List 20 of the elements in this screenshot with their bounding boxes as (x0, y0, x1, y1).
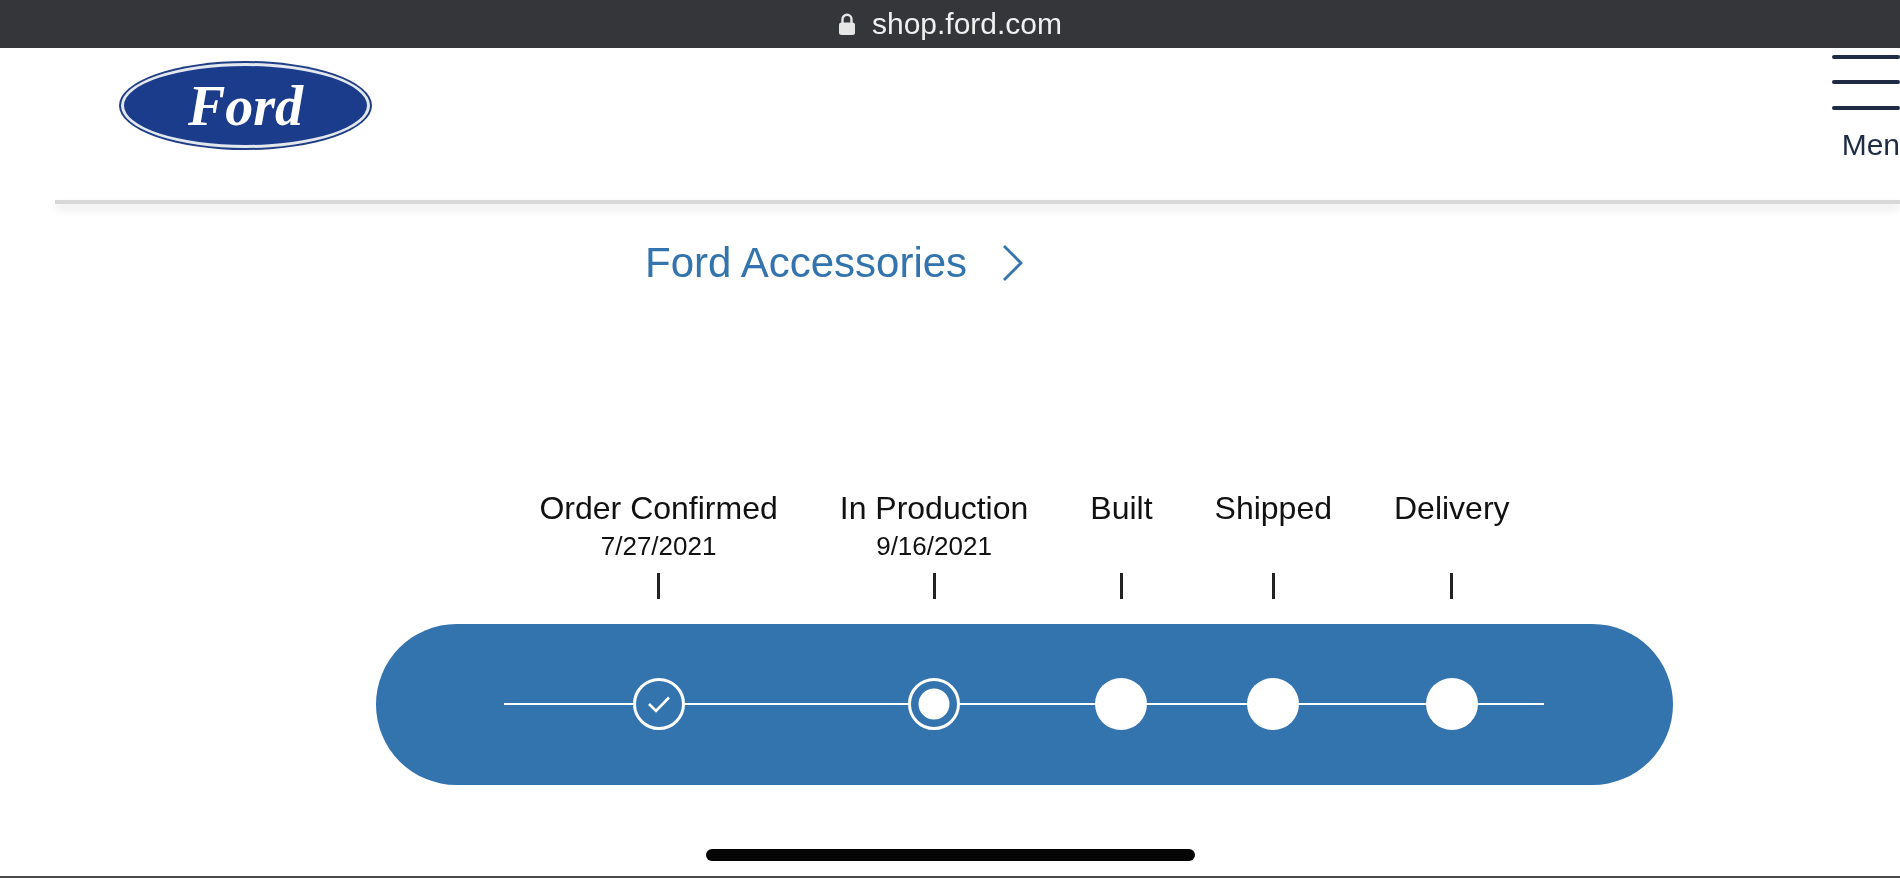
step-date: 7/27/2021 (600, 530, 717, 562)
lock-icon (837, 13, 856, 35)
logo-badge[interactable]: Ford (121, 63, 370, 148)
step-tick-mark (657, 572, 661, 599)
step-date: 9/16/2021 (876, 530, 992, 562)
step-label: Built (1090, 489, 1153, 528)
menu-button[interactable]: Men (1832, 55, 1900, 163)
ford-accessories-link[interactable]: Ford Accessories (645, 238, 1024, 289)
chevron-right-icon (1002, 244, 1024, 283)
step-tick-mark (1271, 572, 1275, 599)
step-label: Shipped (1214, 489, 1332, 528)
step-tick-mark (932, 572, 936, 599)
url-text: shop.ford.com (871, 6, 1063, 42)
menu-icon (1832, 55, 1900, 110)
step-label: Order Confirmed (539, 489, 778, 528)
step-tick-mark (1450, 572, 1454, 599)
step-label: In Production (839, 489, 1029, 528)
step-label: Delivery (1394, 489, 1510, 528)
logo-text: Ford (187, 77, 304, 134)
step-tick-mark (1119, 572, 1123, 599)
